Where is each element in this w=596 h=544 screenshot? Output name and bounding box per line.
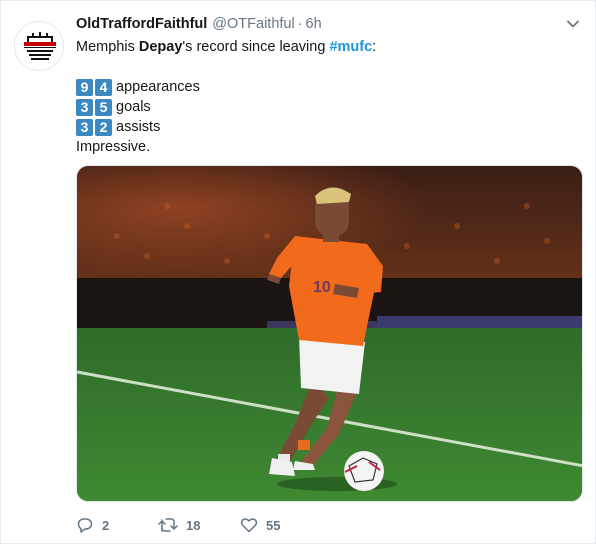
tweet-actions: 2 18 55 xyxy=(76,514,280,536)
tweet-text: Memphis Depay's record since leaving #mu… xyxy=(76,37,576,157)
closing-line: Impressive. xyxy=(76,139,151,155)
stat-line-appearances: 9 4 appearances xyxy=(76,77,576,97)
separator-dot: · xyxy=(297,16,303,32)
keycap-digit: 4 xyxy=(95,78,112,96)
timestamp[interactable]: 6h xyxy=(306,16,322,32)
display-name[interactable]: OldTraffordFaithful xyxy=(76,16,207,32)
stat-line-assists: 3 2 assists xyxy=(76,117,576,137)
tweet-media-image[interactable]: 10 xyxy=(76,165,583,502)
keycap-digit: 5 xyxy=(95,98,112,116)
football-player-photo-icon: 10 xyxy=(77,166,582,501)
keycap-digit: 3 xyxy=(76,98,93,116)
keycap-digit: 2 xyxy=(95,118,112,136)
tweet-first-line: Memphis Depay's record since leaving #mu… xyxy=(76,37,576,57)
hashtag-link[interactable]: #mufc xyxy=(329,39,372,55)
retweet-count: 18 xyxy=(186,517,201,533)
retweet-icon xyxy=(158,518,178,532)
text-segment: Memphis xyxy=(76,39,139,55)
stat-label: appearances xyxy=(116,79,200,95)
avatar-logo-icon xyxy=(15,22,63,70)
stat-label: assists xyxy=(116,119,161,135)
avatar[interactable] xyxy=(14,21,64,71)
heart-icon xyxy=(240,518,258,533)
reply-icon xyxy=(77,518,93,533)
reply-count: 2 xyxy=(102,517,110,533)
like-button[interactable]: 55 xyxy=(240,516,280,534)
keycap-digit: 3 xyxy=(76,118,93,136)
user-handle[interactable]: @OTFaithful xyxy=(212,16,294,32)
text-segment: 's record since leaving xyxy=(182,39,330,55)
keycap-digit: 9 xyxy=(76,78,93,96)
football xyxy=(344,451,384,491)
svg-text:10: 10 xyxy=(313,279,331,296)
like-count: 55 xyxy=(266,517,281,533)
retweet-button[interactable]: 18 xyxy=(158,516,240,534)
reply-button[interactable]: 2 xyxy=(76,516,158,534)
tweet-card[interactable]: OldTraffordFaithful @OTFaithful · 6h Mem… xyxy=(0,0,596,544)
chevron-down-icon xyxy=(567,20,579,28)
text-bold-name: Depay xyxy=(138,39,183,55)
stat-line-goals: 3 5 goals xyxy=(76,97,576,117)
text-segment: : xyxy=(372,39,377,55)
tweet-header: OldTraffordFaithful @OTFaithful · 6h xyxy=(76,16,322,34)
stat-label: goals xyxy=(116,99,151,115)
more-options-button[interactable] xyxy=(565,16,581,32)
